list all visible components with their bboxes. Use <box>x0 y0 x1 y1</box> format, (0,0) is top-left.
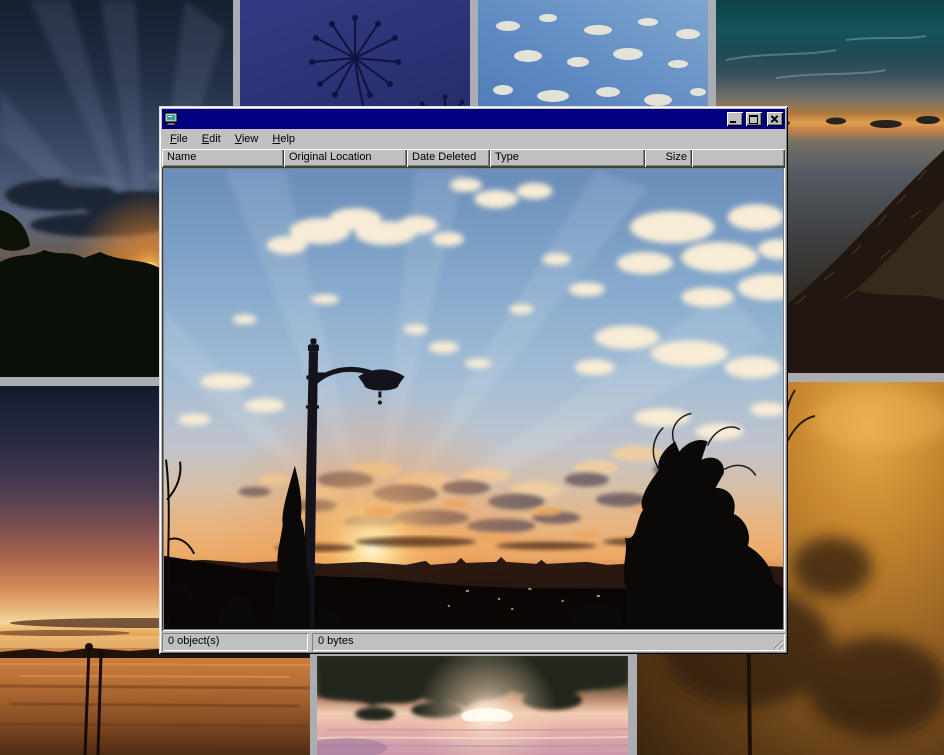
minimize-icon <box>730 121 736 123</box>
close-button[interactable] <box>767 112 783 126</box>
recycle-bin-window: File Edit View Help Name Original Locati… <box>159 106 788 654</box>
menu-item-edit[interactable]: Edit <box>195 131 228 148</box>
computer-icon <box>164 112 178 126</box>
column-header-blank[interactable] <box>692 149 785 167</box>
menu-item-view[interactable]: View <box>228 131 266 148</box>
column-header-size[interactable]: Size <box>645 149 692 167</box>
column-header-type[interactable]: Type <box>490 149 645 167</box>
maximize-icon <box>749 115 758 124</box>
title-bar[interactable] <box>162 109 785 129</box>
menu-bar: File Edit View Help <box>162 129 785 149</box>
column-header-original-location[interactable]: Original Location <box>284 149 407 167</box>
list-view-area[interactable] <box>162 167 785 631</box>
menu-item-file[interactable]: File <box>163 131 195 148</box>
sunset-lamppost-photo <box>164 169 783 629</box>
status-object-count: 0 object(s) <box>162 633 308 651</box>
maximize-button[interactable] <box>746 112 762 126</box>
desktop-photo-collage: File Edit View Help Name Original Locati… <box>0 0 944 755</box>
minimize-button[interactable] <box>727 112 743 126</box>
list-column-headers: Name Original Location Date Deleted Type… <box>162 149 785 167</box>
column-header-date-deleted[interactable]: Date Deleted <box>407 149 490 167</box>
column-header-name[interactable]: Name <box>162 149 284 167</box>
menu-item-help[interactable]: Help <box>265 131 302 148</box>
status-bar: 0 object(s) 0 bytes <box>162 633 785 651</box>
status-byte-count: 0 bytes <box>312 633 785 651</box>
window-background-photo <box>164 169 783 629</box>
wallpaper-tile-water-reflections <box>317 656 628 755</box>
